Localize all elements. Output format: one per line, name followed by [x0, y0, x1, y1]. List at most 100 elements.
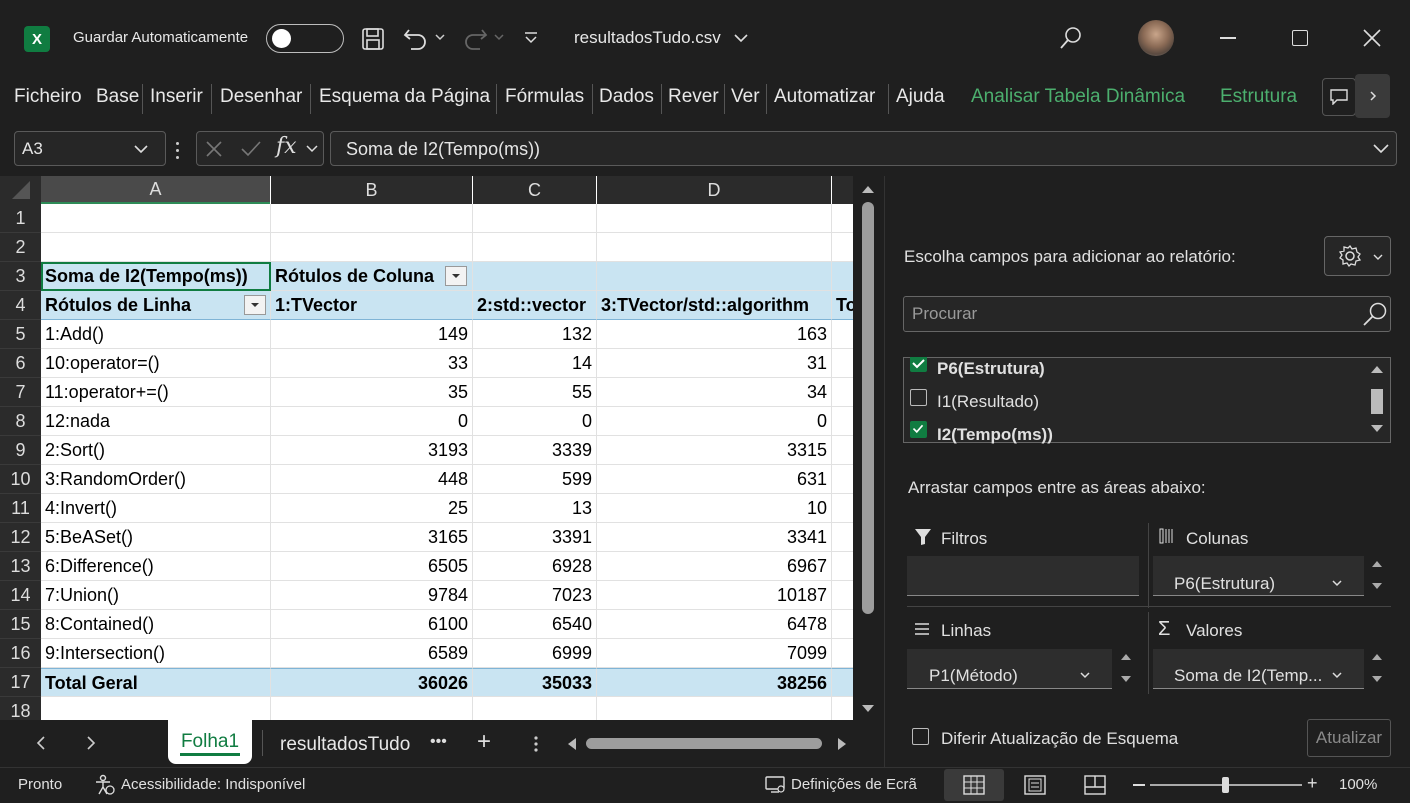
column-header-cell[interactable]: To — [832, 291, 853, 320]
customize-icon[interactable] — [523, 30, 539, 46]
tab-base[interactable]: Base — [96, 86, 139, 108]
cell[interactable] — [473, 697, 597, 720]
defer-update-checkbox[interactable] — [912, 728, 929, 745]
row-header[interactable]: 9 — [0, 436, 41, 465]
update-button[interactable]: Atualizar — [1307, 719, 1391, 757]
row-header[interactable]: 15 — [0, 610, 41, 639]
row-label-cell[interactable]: 6:Difference() — [41, 552, 271, 581]
row-label-cell[interactable]: 10:operator=() — [41, 349, 271, 378]
row-header[interactable]: 5 — [0, 320, 41, 349]
rows-field-p1[interactable]: P1(Método) — [929, 666, 1018, 686]
value-cell[interactable]: 3165 — [271, 523, 473, 552]
value-cell[interactable]: 13 — [473, 494, 597, 523]
tab-automatizar[interactable]: Automatizar — [774, 86, 875, 108]
cell[interactable] — [832, 378, 853, 407]
autosave-toggle[interactable] — [266, 24, 344, 53]
rows-scroll-up-icon[interactable] — [1120, 652, 1132, 661]
filters-drop-area[interactable] — [907, 556, 1139, 596]
value-cell[interactable]: 3193 — [271, 436, 473, 465]
maximize-icon[interactable] — [1292, 30, 1308, 46]
field-list-scroll-thumb[interactable] — [1371, 389, 1383, 414]
redo-icon[interactable] — [460, 24, 490, 52]
add-sheet-button[interactable]: + — [477, 728, 491, 756]
minimize-icon[interactable] — [1220, 37, 1236, 39]
tab-analisar-tabela-dinamica[interactable]: Analisar Tabela Dinâmica — [971, 86, 1185, 108]
row-header[interactable]: 10 — [0, 465, 41, 494]
value-cell[interactable]: 6589 — [271, 639, 473, 668]
value-cell[interactable]: 599 — [473, 465, 597, 494]
value-cell[interactable]: 33 — [271, 349, 473, 378]
cell[interactable] — [832, 320, 853, 349]
tab-ficheiro[interactable]: Ficheiro — [14, 86, 82, 108]
row-header[interactable]: 17 — [0, 668, 41, 697]
scroll-right-icon[interactable] — [836, 737, 848, 751]
cell[interactable] — [832, 639, 853, 668]
redo-dropdown-icon[interactable] — [493, 32, 505, 42]
value-cell[interactable]: 6967 — [597, 552, 832, 581]
cell[interactable] — [832, 349, 853, 378]
cell[interactable] — [271, 204, 473, 233]
cell[interactable] — [832, 581, 853, 610]
cell[interactable] — [832, 465, 853, 494]
value-cell[interactable]: 35 — [271, 378, 473, 407]
cell[interactable] — [41, 204, 271, 233]
row-label-cell[interactable]: 12:nada — [41, 407, 271, 436]
field-item-p6[interactable]: P6(Estrutura) — [937, 359, 1045, 379]
file-title-dropdown-icon[interactable] — [733, 32, 749, 44]
values-scroll-up-icon[interactable] — [1371, 652, 1383, 661]
row-label-cell[interactable]: 2:Sort() — [41, 436, 271, 465]
value-cell[interactable]: 3391 — [473, 523, 597, 552]
cell[interactable] — [832, 668, 853, 697]
value-cell[interactable]: 149 — [271, 320, 473, 349]
pivot-data-field-cell[interactable]: Soma de I2(Tempo(ms)) — [41, 262, 271, 291]
column-header-e[interactable] — [832, 176, 853, 204]
tab-rever[interactable]: Rever — [668, 86, 719, 108]
scroll-up-icon[interactable] — [861, 184, 875, 194]
cell[interactable] — [41, 697, 271, 720]
grand-total-value[interactable]: 36026 — [271, 668, 473, 697]
field-checkbox-p6[interactable] — [910, 357, 927, 372]
page-layout-icon[interactable] — [1024, 775, 1046, 795]
tab-estrutura[interactable]: Estrutura — [1220, 86, 1297, 108]
tab-ajuda[interactable]: Ajuda — [896, 86, 945, 108]
grand-total-label[interactable]: Total Geral — [41, 668, 271, 697]
save-icon[interactable] — [359, 25, 387, 53]
row-header[interactable]: 12 — [0, 523, 41, 552]
value-cell[interactable]: 7023 — [473, 581, 597, 610]
undo-dropdown-icon[interactable] — [434, 32, 446, 42]
field-checkbox-i2[interactable] — [910, 421, 927, 438]
row-header[interactable]: 1 — [0, 204, 41, 233]
avatar[interactable] — [1138, 20, 1174, 56]
row-label-cell[interactable]: 11:operator+=() — [41, 378, 271, 407]
cell[interactable] — [832, 523, 853, 552]
column-header-a[interactable]: A — [41, 176, 270, 204]
cell[interactable] — [832, 436, 853, 465]
tab-desenhar[interactable]: Desenhar — [220, 86, 302, 108]
row-label-cell[interactable]: 4:Invert() — [41, 494, 271, 523]
search-icon[interactable] — [1059, 26, 1083, 50]
value-cell[interactable]: 10 — [597, 494, 832, 523]
select-all-corner[interactable] — [0, 176, 41, 204]
field-list-scroll-down-icon[interactable] — [1370, 424, 1384, 434]
cell[interactable] — [832, 407, 853, 436]
value-cell[interactable]: 6999 — [473, 639, 597, 668]
value-cell[interactable]: 631 — [597, 465, 832, 494]
value-cell[interactable]: 55 — [473, 378, 597, 407]
pivot-filter-dropdown-icon[interactable] — [445, 266, 467, 286]
scroll-down-icon[interactable] — [861, 704, 875, 714]
row-label-cell[interactable]: 7:Union() — [41, 581, 271, 610]
zoom-level[interactable]: 100% — [1339, 776, 1377, 793]
value-cell[interactable]: 6100 — [271, 610, 473, 639]
field-list-scroll-up-icon[interactable] — [1370, 364, 1384, 374]
row-header[interactable]: 4 — [0, 291, 41, 320]
value-cell[interactable]: 448 — [271, 465, 473, 494]
cell[interactable] — [832, 552, 853, 581]
sheet-tab-resultadostudo[interactable]: resultadosTudo — [280, 734, 416, 756]
tab-ver[interactable]: Ver — [731, 86, 760, 108]
vertical-scroll-thumb[interactable] — [862, 202, 874, 614]
values-field-sum-i2[interactable]: Soma de I2(Temp... — [1174, 666, 1324, 686]
row-label-cell[interactable]: 1:Add() — [41, 320, 271, 349]
columns-field-p6[interactable]: P6(Estrutura) — [1174, 574, 1275, 594]
tab-dados[interactable]: Dados — [599, 86, 654, 108]
value-cell[interactable]: 34 — [597, 378, 832, 407]
